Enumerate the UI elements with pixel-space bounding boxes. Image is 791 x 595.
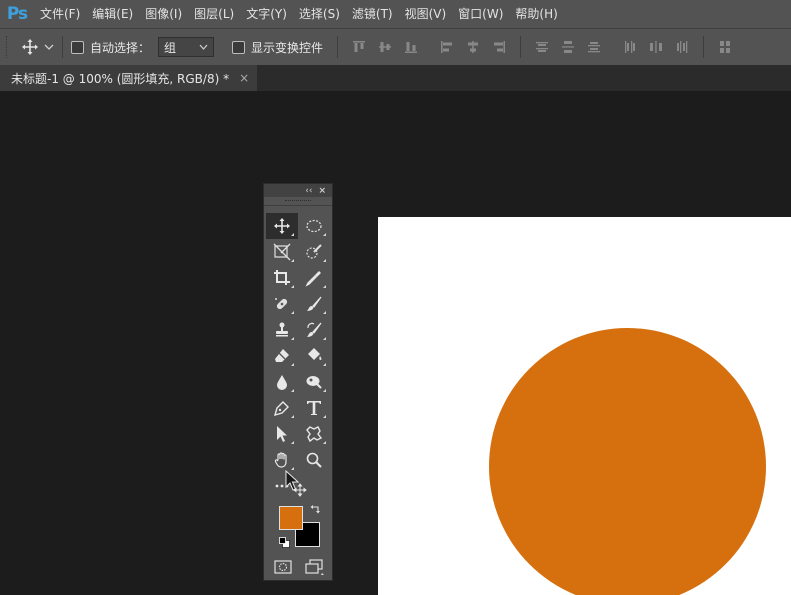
- show-transform-checkbox[interactable]: [232, 40, 246, 54]
- healing-brush-icon: [275, 298, 288, 310]
- document-tab-title: 未标题-1 @ 100% (圆形填充, RGB/8) *: [11, 71, 230, 86]
- tools-panel-header[interactable]: ‹‹ ×: [264, 184, 332, 197]
- custom-shape-icon: [306, 426, 323, 443]
- align-left-edges-icon[interactable]: [439, 39, 455, 55]
- menu-view[interactable]: 视图(V): [399, 0, 453, 28]
- dodge-tool[interactable]: [298, 369, 330, 395]
- history-brush-tool[interactable]: [298, 317, 330, 343]
- distribute-horizontal-centers-icon[interactable]: [648, 39, 664, 55]
- eyedropper-icon: [305, 271, 321, 287]
- tool-preset-picker[interactable]: [21, 38, 54, 56]
- path-selection-tool[interactable]: [266, 421, 298, 447]
- quick-selection-tool[interactable]: [298, 239, 330, 265]
- distribute-top-edges-icon[interactable]: [534, 39, 550, 55]
- pen-tool[interactable]: [266, 395, 298, 421]
- history-brush-icon: [307, 322, 322, 337]
- quick-mask-button[interactable]: [272, 558, 294, 576]
- move-icon: [274, 218, 290, 234]
- water-drop-icon: [277, 375, 287, 390]
- clone-stamp-tool[interactable]: [266, 317, 298, 343]
- tools-panel: ‹‹ ×: [263, 183, 333, 581]
- default-colors-icon[interactable]: [279, 537, 290, 548]
- menu-layer[interactable]: 图层(L): [188, 0, 240, 28]
- move-icon: [22, 39, 38, 55]
- elliptical-marquee-icon: [306, 219, 322, 233]
- eyedropper-tool[interactable]: [298, 265, 330, 291]
- circle-shape[interactable]: [489, 328, 766, 595]
- mouse-cursor-icon: [285, 470, 307, 497]
- tools-panel-grip[interactable]: [264, 197, 332, 206]
- menu-select[interactable]: 选择(S): [293, 0, 346, 28]
- type-tool[interactable]: [298, 395, 330, 421]
- document-canvas[interactable]: [378, 217, 791, 595]
- hand-icon: [274, 452, 287, 468]
- chevron-down-icon: [44, 44, 54, 50]
- auto-select-target-value: 组: [164, 40, 177, 55]
- arrow-cursor-icon: [277, 426, 287, 442]
- distribute-left-edges-icon[interactable]: [622, 39, 638, 55]
- document-tab-bar: 未标题-1 @ 100% (圆形填充, RGB/8) * ×: [0, 65, 791, 91]
- screen-mode-icon: [305, 559, 324, 575]
- artboard-tool[interactable]: [266, 239, 298, 265]
- stamp-icon: [276, 322, 288, 337]
- show-transform-label: 显示变换控件: [251, 40, 324, 55]
- align-vertical-centers-icon[interactable]: [377, 39, 393, 55]
- artboard-icon: [273, 243, 291, 261]
- align-right-edges-icon[interactable]: [491, 39, 507, 55]
- menu-window[interactable]: 窗口(W): [452, 0, 509, 28]
- menu-filter[interactable]: 滤镜(T): [346, 0, 399, 28]
- close-tab-icon[interactable]: ×: [239, 71, 249, 85]
- eraser-icon: [275, 349, 289, 362]
- paint-bucket-icon: [308, 348, 322, 360]
- separator: [703, 36, 705, 58]
- menu-edit[interactable]: 编辑(E): [86, 0, 139, 28]
- separator: [337, 36, 339, 58]
- align-horizontal-centers-icon[interactable]: [465, 39, 481, 55]
- elliptical-marquee-tool[interactable]: [298, 213, 330, 239]
- distribute-bottom-edges-icon[interactable]: [586, 39, 602, 55]
- auto-align-layers-icon[interactable]: [717, 39, 733, 55]
- align-top-edges-icon[interactable]: [351, 39, 367, 55]
- auto-select-label: 自动选择：: [90, 40, 151, 55]
- screen-mode-button[interactable]: [302, 558, 326, 576]
- menu-file[interactable]: 文件(F): [34, 0, 86, 28]
- foreground-color-swatch[interactable]: [279, 506, 303, 530]
- pen-icon: [273, 401, 289, 417]
- swap-colors-icon[interactable]: [310, 504, 322, 516]
- menu-image[interactable]: 图像(I): [139, 0, 188, 28]
- options-bar: 自动选择： 组 显示变换控件: [0, 28, 791, 66]
- menu-type[interactable]: 文字(Y): [240, 0, 293, 28]
- distribute-right-edges-icon[interactable]: [674, 39, 690, 55]
- quick-selection-icon: [306, 244, 322, 259]
- auto-select-target-dropdown[interactable]: 组: [158, 37, 215, 57]
- collapse-panel-icon[interactable]: ‹‹: [305, 186, 312, 196]
- chevron-down-icon: [199, 44, 208, 50]
- brush-tool[interactable]: [298, 291, 330, 317]
- crop-tool[interactable]: [266, 265, 298, 291]
- menu-bar: Ps 文件(F) 编辑(E) 图像(I) 图层(L) 文字(Y) 选择(S) 滤…: [0, 0, 791, 28]
- paint-bucket-tool[interactable]: [298, 343, 330, 369]
- close-panel-icon[interactable]: ×: [318, 186, 326, 196]
- distribute-vertical-centers-icon[interactable]: [560, 39, 576, 55]
- separator: [62, 36, 63, 58]
- auto-select-checkbox[interactable]: [71, 40, 84, 54]
- app-logo: Ps: [6, 4, 28, 24]
- spot-healing-brush-tool[interactable]: [266, 291, 298, 317]
- quick-mask-icon: [274, 560, 292, 574]
- eraser-tool[interactable]: [266, 343, 298, 369]
- document-tab[interactable]: 未标题-1 @ 100% (圆形填充, RGB/8) * ×: [0, 65, 258, 91]
- options-bar-grip[interactable]: [6, 36, 11, 58]
- brush-icon: [307, 296, 322, 311]
- align-bottom-edges-icon[interactable]: [403, 39, 419, 55]
- magnifier-icon: [306, 452, 322, 468]
- menu-help[interactable]: 帮助(H): [509, 0, 563, 28]
- separator: [520, 36, 522, 58]
- custom-shape-tool[interactable]: [298, 421, 330, 447]
- blur-tool[interactable]: [266, 369, 298, 395]
- type-icon: [307, 401, 321, 415]
- crop-icon: [274, 270, 290, 285]
- dodge-icon: [306, 376, 322, 389]
- move-tool[interactable]: [266, 213, 298, 239]
